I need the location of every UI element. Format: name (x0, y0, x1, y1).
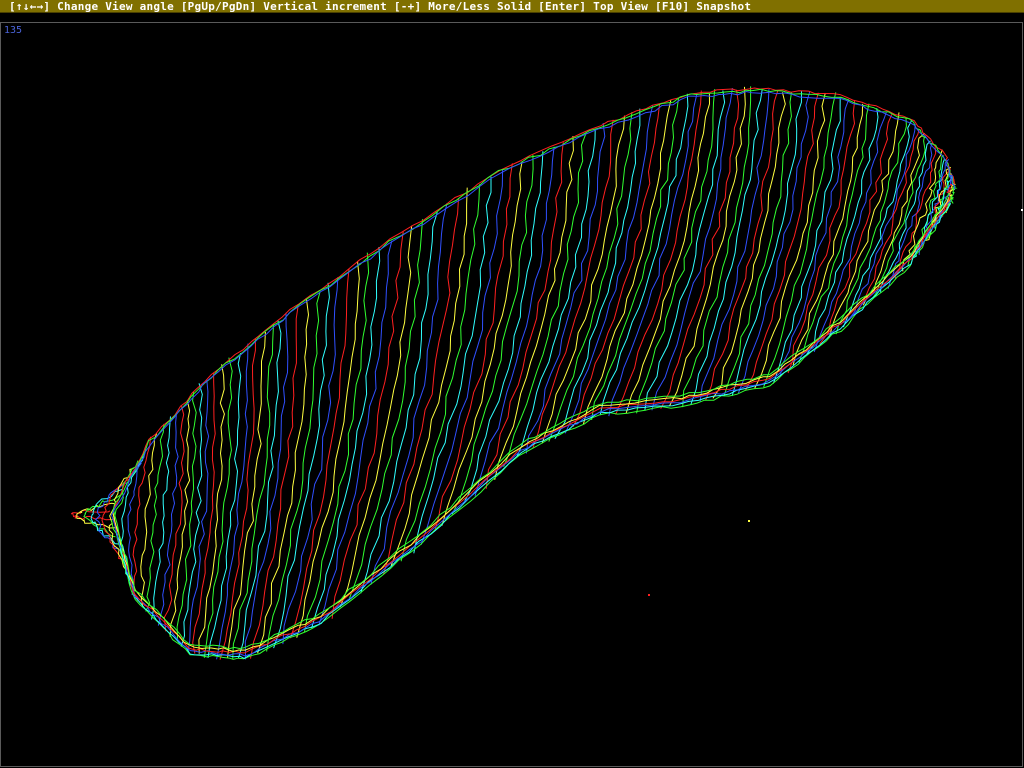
scan-contour-line (348, 219, 423, 601)
scan-contour-line (434, 163, 513, 532)
scan-contour-line (525, 122, 606, 454)
scan-contour-line (250, 305, 299, 659)
scan-contour-line (591, 98, 679, 420)
scan-viewer-screen: [↑↓←→] Change View angle [PgUp/PgDn] Ver… (0, 0, 1024, 768)
scan-contour-line (163, 405, 185, 632)
scan-contour-line (451, 154, 534, 515)
sole-rim-line (110, 204, 950, 660)
scan-contour-line (792, 103, 864, 366)
scan-contour-line (282, 276, 339, 645)
scan-contour-line (413, 176, 492, 554)
scan-contour-line (813, 111, 887, 353)
upper-rim-line (112, 88, 955, 513)
scan-contour-line (290, 268, 350, 639)
scan-contour-line (780, 99, 850, 377)
scan-contour-line (216, 343, 249, 660)
sole-rim-line (112, 198, 951, 654)
scan-contour-line (625, 93, 711, 414)
scan-contour-line (273, 282, 330, 649)
stray-point (748, 520, 750, 522)
stray-point (1021, 209, 1023, 211)
scan-contour-line (176, 391, 197, 641)
scan-contour-line (400, 184, 480, 562)
scan-contour-line (145, 423, 165, 612)
foot-scan-wireframe[interactable] (0, 0, 1024, 768)
scan-contour-line (582, 99, 672, 425)
scan-contour-line (763, 92, 837, 388)
scan-contour-line (474, 146, 555, 497)
scan-contour-line (303, 252, 370, 633)
stray-point (648, 594, 650, 596)
scan-contour-line (198, 364, 225, 654)
scan-contour-line (731, 91, 802, 397)
scan-contour-lines (70, 86, 958, 660)
scan-contour-line (311, 246, 381, 629)
scan-contour-line (169, 400, 191, 637)
scan-contour-line (862, 132, 926, 306)
stray-points (648, 209, 1023, 596)
scan-contour-line (599, 93, 689, 416)
scan-contour-line (237, 319, 282, 659)
scan-contour-line (690, 89, 763, 406)
scan-contour-line (318, 240, 393, 626)
